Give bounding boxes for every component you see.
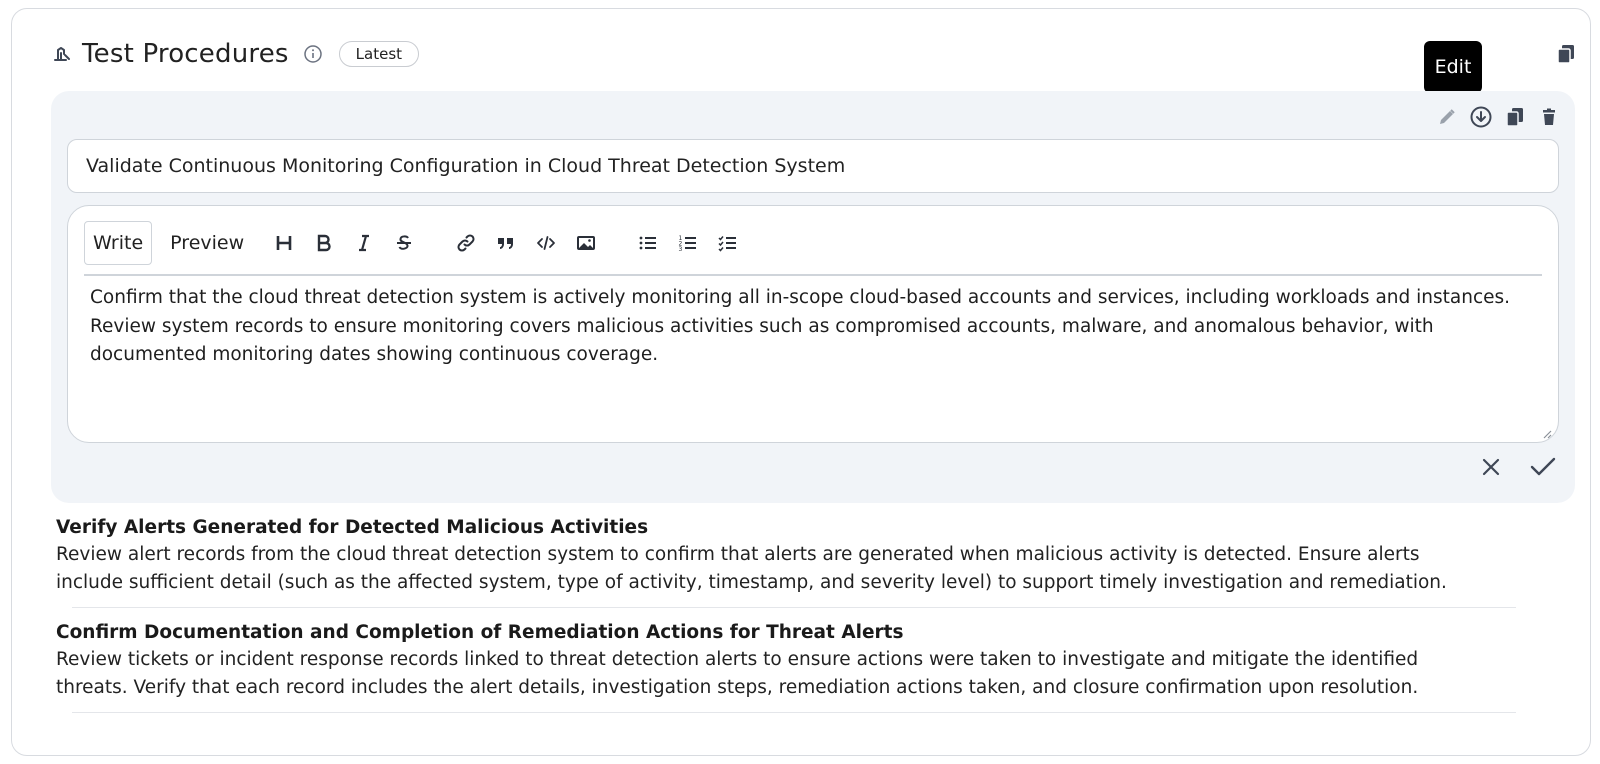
version-badge: Latest [338,41,420,67]
procedure-actions [1435,105,1561,129]
task-list-icon[interactable] [710,225,746,261]
strikethrough-icon[interactable] [386,225,422,261]
heading-icon[interactable] [266,225,302,261]
procedure-icon [52,44,72,64]
confirm-icon[interactable] [1529,453,1557,481]
procedure-title-input[interactable] [67,139,1559,193]
tab-preview[interactable]: Preview [170,232,244,254]
editor-divider [84,274,1542,276]
italic-icon[interactable] [346,225,382,261]
editor-toolbar: Write Preview 1 2 3 [84,220,1558,266]
quote-icon[interactable] [488,225,524,261]
trash-icon[interactable] [1537,105,1561,129]
procedure-description-textarea[interactable]: Confirm that the cloud threat detection … [90,284,1530,370]
markdown-editor: Write Preview 1 2 3 Confirm that the clo… [67,205,1559,443]
card-header: Test Procedures Latest [52,39,420,69]
list-item[interactable]: Verify Alerts Generated for Detected Mal… [56,503,1576,608]
svg-text:3: 3 [679,246,683,253]
info-icon[interactable] [303,44,323,64]
numbered-list-icon[interactable]: 123 [670,225,706,261]
page-title: Test Procedures [82,39,289,69]
procedure-list: Verify Alerts Generated for Detected Mal… [56,503,1576,713]
divider [72,712,1516,713]
test-procedures-card: Test Procedures Latest Edit Validate Con… [11,8,1591,756]
resize-handle-icon[interactable] [1540,424,1552,439]
cancel-icon[interactable] [1477,453,1505,481]
list-item[interactable]: Confirm Documentation and Completion of … [56,608,1576,713]
pencil-icon[interactable] [1435,105,1459,129]
procedure-description: Review tickets or incident response reco… [56,649,1419,698]
edit-tooltip: Edit [1424,41,1482,93]
procedure-description: Review alert records from the cloud thre… [56,544,1447,593]
procedure-title: Verify Alerts Generated for Detected Mal… [56,517,649,538]
edit-actions [1477,453,1557,481]
duplicate-icon[interactable] [1503,105,1527,129]
procedure-title: Confirm Documentation and Completion of … [56,622,904,643]
tab-write[interactable]: Write [84,221,153,265]
download-icon[interactable] [1469,105,1493,129]
code-icon[interactable] [528,225,564,261]
bold-icon[interactable] [306,225,342,261]
bulleted-list-icon[interactable] [630,225,666,261]
image-icon[interactable] [568,225,604,261]
copy-icon[interactable] [1555,43,1577,65]
edit-procedure-panel: Write Preview [51,91,1575,503]
link-icon[interactable] [448,225,484,261]
